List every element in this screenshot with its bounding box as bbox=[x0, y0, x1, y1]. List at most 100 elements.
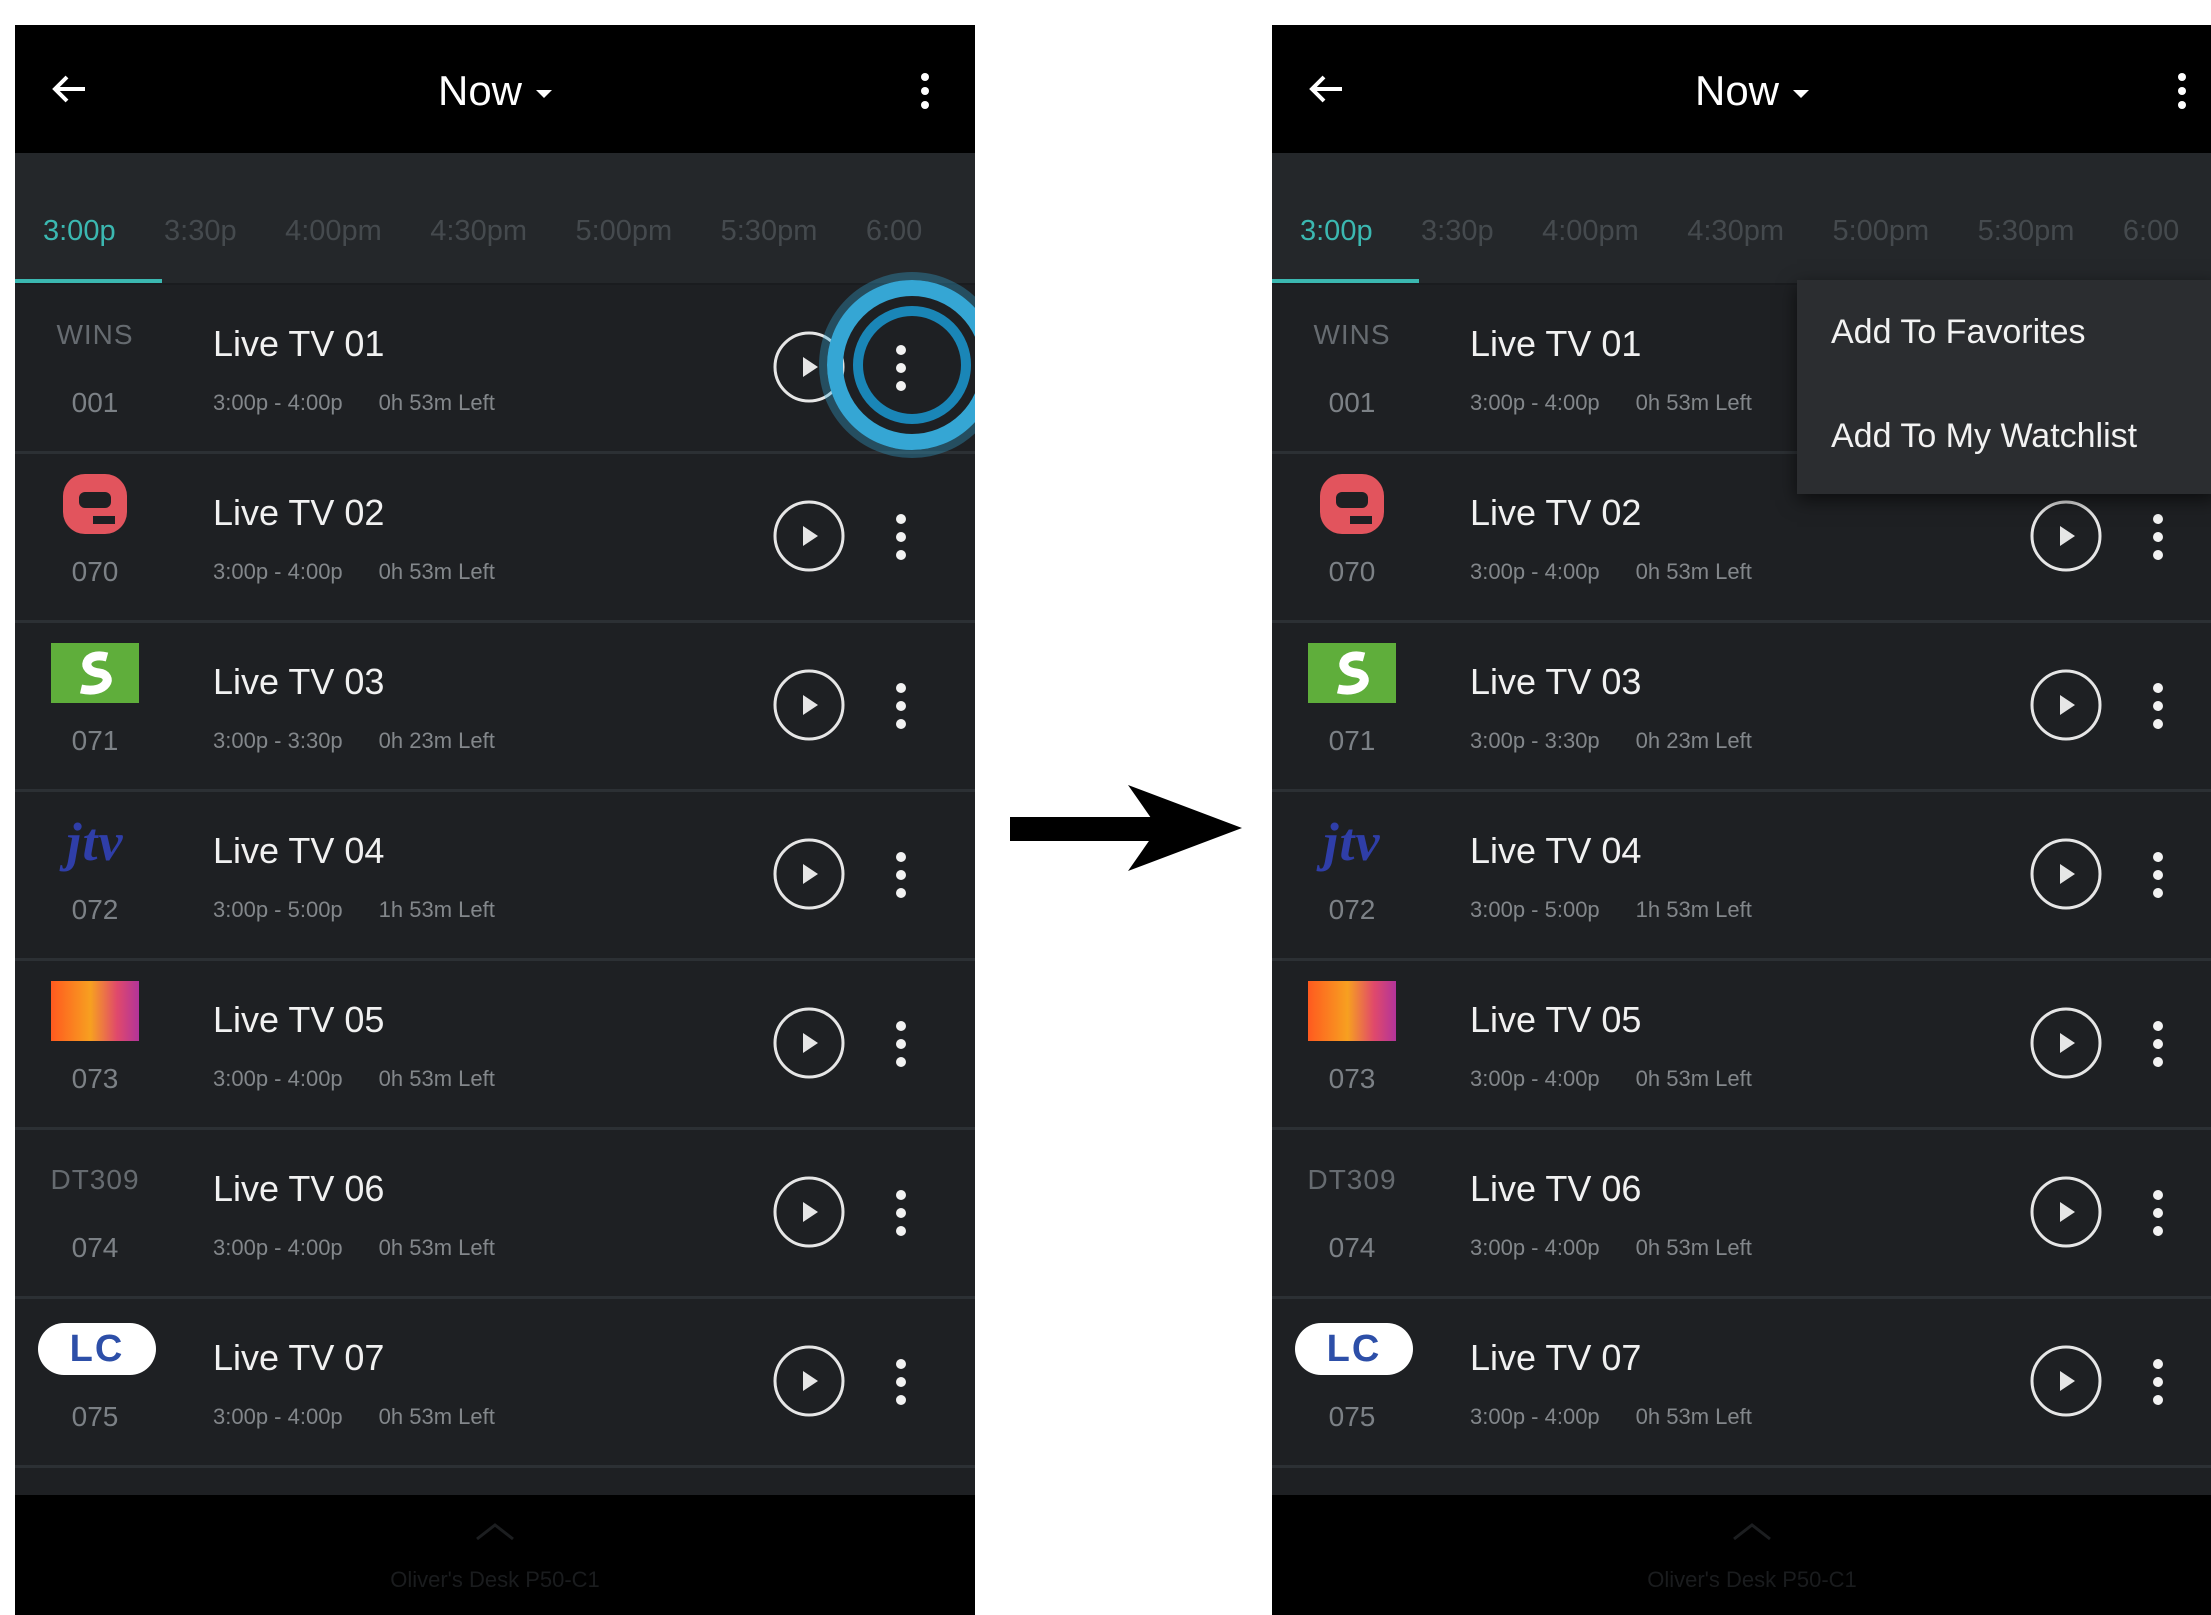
channel-row[interactable]: LC 075 Live TV 07 3:00p - 4:00p 0h 53m Le… bbox=[1272, 1299, 2211, 1468]
play-circle-icon[interactable] bbox=[2029, 837, 2103, 911]
program-time: 3:00p - 4:00p bbox=[213, 1066, 343, 1091]
page-title[interactable]: Now bbox=[15, 67, 975, 115]
channel-number: 071 bbox=[1328, 725, 1376, 756]
kebab-menu-icon[interactable] bbox=[894, 1357, 908, 1407]
wins-text-logo: WINS bbox=[1313, 319, 1391, 350]
time-bar: 3:00p 3:30p 4:00pm 4:30pm 5:00pm 5:30pm … bbox=[1272, 153, 2211, 285]
channel-row[interactable]: 071 Live TV 03 3:00p - 3:30p 0h 23m Left bbox=[15, 623, 975, 792]
time-left: 1h 53m Left bbox=[378, 897, 495, 922]
add-to-favorites-menu-item[interactable]: Add To Favorites bbox=[1797, 280, 2211, 384]
wins-text-logo: WINS bbox=[56, 319, 134, 350]
add-to-watchlist-menu-item[interactable]: Add To My Watchlist bbox=[1797, 384, 2211, 488]
play-circle-icon[interactable] bbox=[2029, 499, 2103, 573]
channel-title: Live TV 07 bbox=[213, 1337, 385, 1378]
time-tab[interactable]: 5:00pm bbox=[1832, 215, 1929, 248]
time-tab[interactable]: 6:00 bbox=[2123, 215, 2179, 248]
channel-row[interactable]: 073 Live TV 05 3:00p - 4:00p 0h 53m Left bbox=[1272, 961, 2211, 1130]
time-left: 0h 53m Left bbox=[378, 1404, 495, 1429]
channel-row[interactable]: DT309 074 Live TV 06 3:00p - 4:00p 0h 53m… bbox=[1272, 1130, 2211, 1299]
time-left: 0h 53m Left bbox=[378, 390, 495, 415]
time-tab[interactable]: 4:30pm bbox=[430, 215, 527, 248]
time-left: 0h 53m Left bbox=[1635, 1066, 1752, 1091]
kebab-menu-icon[interactable] bbox=[2151, 512, 2165, 562]
channel-row[interactable]: 073 Live TV 05 3:00p - 4:00p 0h 53m Left bbox=[15, 961, 975, 1130]
program-time: 3:00p - 4:00p bbox=[213, 559, 343, 584]
time-tab[interactable]: 5:30pm bbox=[1978, 215, 2075, 248]
time-tab[interactable]: 5:00pm bbox=[575, 215, 672, 248]
time-tab[interactable]: 4:00pm bbox=[1542, 215, 1639, 248]
page-title[interactable]: Now bbox=[1272, 67, 2211, 115]
play-circle-icon[interactable] bbox=[2029, 1344, 2103, 1418]
channel-number: 070 bbox=[1328, 556, 1376, 587]
channel-title: Live TV 05 bbox=[213, 999, 385, 1040]
channel-row[interactable]: 071 Live TV 03 3:00p - 3:30p 0h 23m Left bbox=[1272, 623, 2211, 792]
time-left: 0h 53m Left bbox=[378, 559, 495, 584]
kebab-menu-icon[interactable] bbox=[894, 681, 908, 731]
channel-row[interactable]: jtv 072 Live TV 04 3:00p - 5:00p 1h 53m L… bbox=[15, 792, 975, 961]
play-circle-icon[interactable] bbox=[772, 837, 846, 911]
channel-meta: 3:00p - 5:00p 1h 53m Left bbox=[1470, 897, 1752, 923]
kebab-menu-icon[interactable] bbox=[920, 71, 930, 111]
program-time: 3:00p - 4:00p bbox=[1470, 390, 1600, 415]
time-left: 0h 53m Left bbox=[1635, 1404, 1752, 1429]
channel-title: Live TV 02 bbox=[1470, 492, 1642, 533]
kebab-menu-icon[interactable] bbox=[894, 512, 908, 562]
time-tab[interactable]: 4:30pm bbox=[1687, 215, 1784, 248]
channel-row[interactable]: DT309 074 Live TV 06 3:00p - 4:00p 0h 53m… bbox=[15, 1130, 975, 1299]
kebab-menu-icon[interactable] bbox=[894, 1188, 908, 1238]
time-tab[interactable]: 5:30pm bbox=[721, 215, 818, 248]
app-bar: Now bbox=[15, 25, 975, 153]
time-tab[interactable]: 3:00p bbox=[43, 215, 116, 248]
channel-row[interactable]: jtv 072 Live TV 04 3:00p - 5:00p 1h 53m L… bbox=[1272, 792, 2211, 961]
play-circle-icon[interactable] bbox=[2029, 1006, 2103, 1080]
kebab-menu-icon[interactable] bbox=[894, 850, 908, 900]
lc-logo: LC bbox=[37, 1317, 157, 1381]
kebab-menu-icon[interactable] bbox=[2151, 1188, 2165, 1238]
kebab-menu-icon[interactable] bbox=[2151, 1357, 2165, 1407]
program-time: 3:00p - 3:30p bbox=[213, 728, 343, 753]
channel-meta: 3:00p - 4:00p 0h 53m Left bbox=[213, 1066, 495, 1092]
channel-meta: 3:00p - 3:30p 0h 23m Left bbox=[213, 728, 495, 754]
time-tab[interactable]: 3:30p bbox=[1421, 215, 1494, 248]
channel-meta: 3:00p - 4:00p 0h 53m Left bbox=[213, 390, 495, 416]
kebab-menu-icon[interactable] bbox=[894, 1019, 908, 1069]
channel-number: 075 bbox=[1328, 1401, 1376, 1432]
channel-meta: 3:00p - 4:00p 0h 53m Left bbox=[213, 1404, 495, 1430]
channel-number: 073 bbox=[71, 1063, 119, 1094]
play-circle-icon[interactable] bbox=[772, 668, 846, 742]
now-playing-bar[interactable]: Oliver's Desk P50-C1 bbox=[1272, 1495, 2211, 1615]
time-tab[interactable]: 3:30p bbox=[164, 215, 237, 248]
active-tab-indicator bbox=[1272, 279, 1419, 283]
time-left: 0h 53m Left bbox=[378, 1235, 495, 1260]
play-circle-icon[interactable] bbox=[772, 499, 846, 573]
active-tab-indicator bbox=[15, 279, 162, 283]
app-bar: Now bbox=[1272, 25, 2211, 153]
play-circle-icon[interactable] bbox=[772, 1006, 846, 1080]
play-circle-icon[interactable] bbox=[772, 1344, 846, 1418]
chevron-up-icon[interactable] bbox=[475, 1523, 515, 1541]
play-circle-icon[interactable] bbox=[2029, 1175, 2103, 1249]
tap-highlight-inner-ring bbox=[853, 306, 971, 424]
time-left: 0h 53m Left bbox=[1635, 390, 1752, 415]
kebab-menu-icon[interactable] bbox=[2177, 71, 2187, 111]
q-logo bbox=[1320, 474, 1384, 534]
play-circle-icon[interactable] bbox=[772, 1175, 846, 1249]
program-time: 3:00p - 5:00p bbox=[213, 897, 343, 922]
time-left: 1h 53m Left bbox=[1635, 897, 1752, 922]
chevron-up-icon[interactable] bbox=[1732, 1523, 1772, 1541]
kebab-menu-icon[interactable] bbox=[2151, 681, 2165, 731]
play-circle-icon[interactable] bbox=[2029, 668, 2103, 742]
now-playing-bar[interactable]: Oliver's Desk P50-C1 bbox=[15, 1495, 975, 1615]
program-time: 3:00p - 4:00p bbox=[213, 390, 343, 415]
channel-number: 074 bbox=[71, 1232, 119, 1263]
screen-before: Now 3:00p 3:30p 4:00pm 4:30pm 5:00pm 5:3… bbox=[15, 25, 975, 1615]
program-time: 3:00p - 4:00p bbox=[1470, 1066, 1600, 1091]
time-tab[interactable]: 3:00p bbox=[1300, 215, 1373, 248]
time-tab[interactable]: 6:00 bbox=[866, 215, 922, 248]
channel-row[interactable]: LC 075 Live TV 07 3:00p - 4:00p 0h 53m Le… bbox=[15, 1299, 975, 1468]
kebab-menu-icon[interactable] bbox=[2151, 850, 2165, 900]
channel-row[interactable]: 070 Live TV 02 3:00p - 4:00p 0h 53m Left bbox=[15, 454, 975, 623]
channel-title: Live TV 07 bbox=[1470, 1337, 1642, 1378]
time-tab[interactable]: 4:00pm bbox=[285, 215, 382, 248]
kebab-menu-icon[interactable] bbox=[2151, 1019, 2165, 1069]
